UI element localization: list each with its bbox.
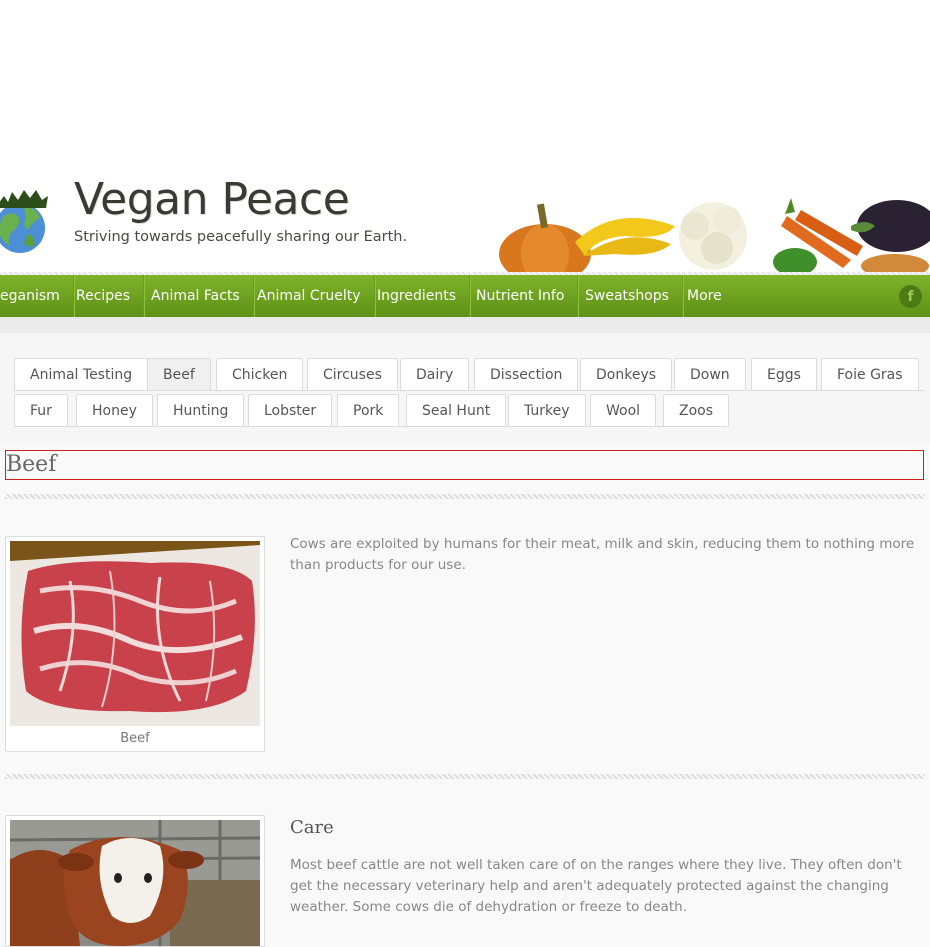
tabs-row2-baseline: [14, 426, 727, 427]
category-tabs: Animal Testing Beef Chicken Circuses Dai…: [0, 333, 930, 443]
nav-item-ingredients[interactable]: Ingredients: [364, 275, 470, 317]
beef-image-frame: Beef: [5, 536, 265, 752]
beef-steak-image[interactable]: [10, 541, 260, 726]
nav-item-recipes[interactable]: Recipes: [63, 275, 145, 317]
globe-logo-icon[interactable]: [0, 184, 52, 254]
section-heading: Beef: [6, 452, 57, 477]
divider: [5, 494, 925, 499]
tab-circuses[interactable]: Circuses: [307, 358, 398, 391]
beef-image-caption: Beef: [120, 731, 150, 746]
divider: [5, 774, 925, 779]
tab-donkeys[interactable]: Donkeys: [580, 358, 673, 391]
site-title[interactable]: Vegan Peace: [74, 174, 350, 225]
tab-hunting[interactable]: Hunting: [157, 394, 245, 427]
section-heading-box: Beef: [5, 450, 924, 480]
cow-image[interactable]: [10, 820, 260, 946]
care-text: Most beef cattle are not well taken care…: [290, 857, 902, 915]
tab-turkey[interactable]: Turkey: [508, 394, 586, 427]
tab-dairy[interactable]: Dairy: [400, 358, 470, 391]
nav-item-animal-cruelty[interactable]: Animal Cruelty: [244, 275, 375, 317]
intro-text: Cows are exploited by humans for their m…: [290, 536, 915, 573]
site-tagline: Striving towards peacefully sharing our …: [74, 229, 408, 245]
tab-beef[interactable]: Beef: [147, 358, 211, 391]
nav-item-sweatshops[interactable]: Sweatshops: [572, 275, 683, 317]
facebook-icon[interactable]: f: [899, 285, 922, 308]
site-header: Vegan Peace Striving towards peacefully …: [0, 160, 930, 272]
tab-eggs[interactable]: Eggs: [751, 358, 817, 391]
vegetables-banner-image: [499, 198, 930, 272]
nav-item-animal-facts[interactable]: Animal Facts: [138, 275, 254, 317]
nav-item-nutrient-info[interactable]: Nutrient Info: [463, 275, 579, 317]
tab-zoos[interactable]: Zoos: [663, 394, 730, 427]
tab-animal-testing[interactable]: Animal Testing: [14, 358, 149, 391]
care-title: Care: [290, 817, 334, 838]
tabs-row1-baseline: [14, 390, 925, 391]
tab-seal-hunt[interactable]: Seal Hunt: [406, 394, 507, 427]
tab-wool[interactable]: Wool: [590, 394, 657, 427]
tab-chicken[interactable]: Chicken: [216, 358, 304, 391]
cow-image-frame: [5, 815, 265, 947]
tab-foie-gras[interactable]: Foie Gras: [821, 358, 919, 391]
tab-lobster[interactable]: Lobster: [248, 394, 333, 427]
tab-dissection[interactable]: Dissection: [474, 358, 579, 391]
tab-down[interactable]: Down: [674, 358, 746, 391]
nav-subbar: [0, 317, 930, 333]
tab-honey[interactable]: Honey: [76, 394, 153, 427]
main-nav: eganism Recipes Animal Facts Animal Crue…: [0, 275, 930, 317]
tab-pork[interactable]: Pork: [337, 394, 400, 427]
top-blank-area: [0, 0, 930, 160]
nav-item-more[interactable]: More: [674, 275, 735, 317]
tab-fur[interactable]: Fur: [14, 394, 68, 427]
